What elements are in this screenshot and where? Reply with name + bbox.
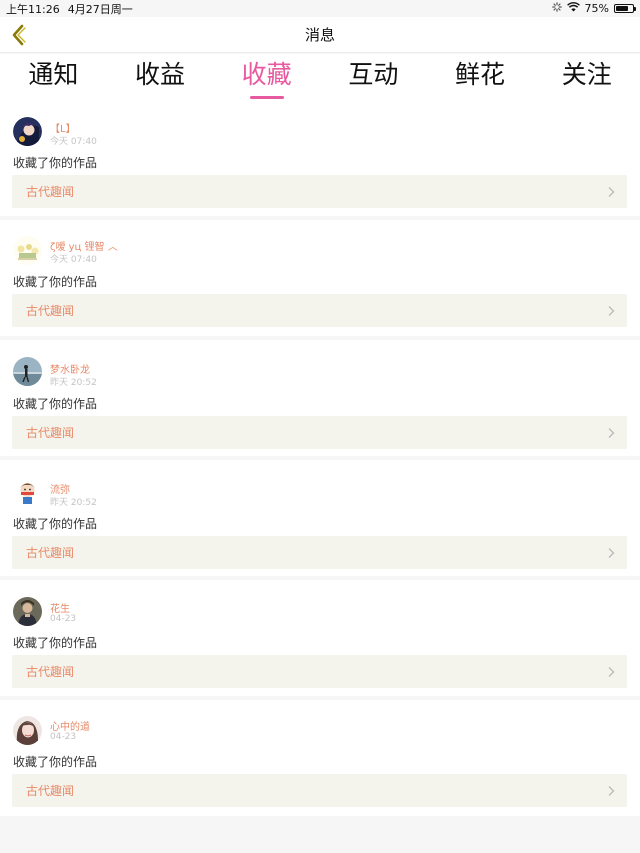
timestamp: 今天 07:40 bbox=[50, 255, 97, 265]
action-text: 收藏了你的作品 bbox=[13, 156, 98, 170]
avatar[interactable] bbox=[13, 117, 42, 146]
list-item: 【L】 今天 07:40 收藏了你的作品 古代趣闻 bbox=[0, 100, 640, 216]
work-title: 古代趣闻 bbox=[26, 426, 75, 440]
loading-icon bbox=[551, 2, 562, 15]
notification-list: 【L】 今天 07:40 收藏了你的作品 古代趣闻 ζ嗳 yц 锂智 ︿ 今天 … bbox=[0, 100, 640, 820]
chevron-right-icon bbox=[608, 547, 615, 558]
work-link[interactable]: 古代趣闻 bbox=[12, 175, 627, 208]
chevron-right-icon bbox=[608, 785, 615, 796]
username[interactable]: 【L】 bbox=[50, 120, 76, 135]
status-bar: 上午11:26 4月27日周一 75% bbox=[0, 0, 640, 17]
list-item: 花生 04-23 收藏了你的作品 古代趣闻 bbox=[0, 580, 640, 696]
status-time: 上午11:26 bbox=[6, 2, 60, 16]
battery-percent: 75% bbox=[584, 2, 609, 15]
list-item: 心中的道 04-23 收藏了你的作品 古代趣闻 bbox=[0, 700, 640, 816]
wifi-icon bbox=[566, 2, 580, 15]
page-title: 消息 bbox=[304, 26, 335, 44]
username[interactable]: 花生 bbox=[50, 600, 70, 615]
tab-flowers[interactable]: 鲜花 bbox=[427, 54, 534, 100]
chevron-right-icon bbox=[608, 427, 615, 438]
avatar[interactable] bbox=[13, 716, 42, 745]
work-link[interactable]: 古代趣闻 bbox=[12, 294, 627, 327]
chevron-right-icon bbox=[608, 305, 615, 316]
timestamp: 04-23 bbox=[50, 614, 77, 624]
timestamp: 昨天 20:52 bbox=[50, 498, 97, 508]
tab-follows[interactable]: 关注 bbox=[533, 54, 640, 100]
username[interactable]: 流弥 bbox=[50, 481, 70, 496]
chevron-right-icon bbox=[608, 186, 615, 197]
action-text: 收藏了你的作品 bbox=[13, 755, 98, 769]
action-text: 收藏了你的作品 bbox=[13, 275, 98, 289]
avatar[interactable] bbox=[13, 236, 42, 265]
action-text: 收藏了你的作品 bbox=[13, 636, 98, 650]
back-button[interactable] bbox=[6, 22, 32, 48]
tab-interactions[interactable]: 互动 bbox=[320, 54, 427, 100]
work-link[interactable]: 古代趣闻 bbox=[12, 774, 627, 807]
work-title: 古代趣闻 bbox=[26, 784, 75, 798]
nav-bar: 消息 bbox=[0, 17, 640, 53]
work-link[interactable]: 古代趣闻 bbox=[12, 536, 627, 569]
avatar[interactable] bbox=[13, 477, 42, 506]
work-link[interactable]: 古代趣闻 bbox=[12, 416, 627, 449]
work-title: 古代趣闻 bbox=[26, 546, 75, 560]
timestamp: 04-23 bbox=[50, 732, 77, 742]
work-title: 古代趣闻 bbox=[26, 304, 75, 318]
tab-favorites[interactable]: 收藏 bbox=[213, 54, 320, 100]
timestamp: 昨天 20:52 bbox=[50, 378, 97, 388]
chevron-right-icon bbox=[608, 666, 615, 677]
list-item: 梦水卧龙 昨天 20:52 收藏了你的作品 古代趣闻 bbox=[0, 340, 640, 456]
status-date: 4月27日周一 bbox=[67, 2, 133, 16]
action-text: 收藏了你的作品 bbox=[13, 517, 98, 531]
avatar[interactable] bbox=[13, 357, 42, 386]
action-text: 收藏了你的作品 bbox=[13, 397, 98, 411]
timestamp: 今天 07:40 bbox=[50, 137, 97, 147]
work-title: 古代趣闻 bbox=[26, 185, 75, 199]
chevron-left-icon bbox=[12, 24, 26, 46]
tab-notifications[interactable]: 通知 bbox=[0, 54, 107, 100]
username[interactable]: ζ嗳 yц 锂智 ︿ bbox=[50, 238, 118, 253]
work-link[interactable]: 古代趣闻 bbox=[12, 655, 627, 688]
list-item: 流弥 昨天 20:52 收藏了你的作品 古代趣闻 bbox=[0, 460, 640, 576]
tab-bar: 通知 收益 收藏 互动 鲜花 关注 bbox=[0, 54, 640, 100]
username[interactable]: 心中的道 bbox=[50, 718, 90, 733]
battery-fill bbox=[616, 6, 628, 11]
battery-icon bbox=[614, 4, 636, 13]
tab-earnings[interactable]: 收益 bbox=[107, 54, 214, 100]
username[interactable]: 梦水卧龙 bbox=[50, 361, 90, 376]
work-title: 古代趣闻 bbox=[26, 665, 75, 679]
list-item: ζ嗳 yц 锂智 ︿ 今天 07:40 收藏了你的作品 古代趣闻 bbox=[0, 220, 640, 336]
avatar[interactable] bbox=[13, 597, 42, 626]
